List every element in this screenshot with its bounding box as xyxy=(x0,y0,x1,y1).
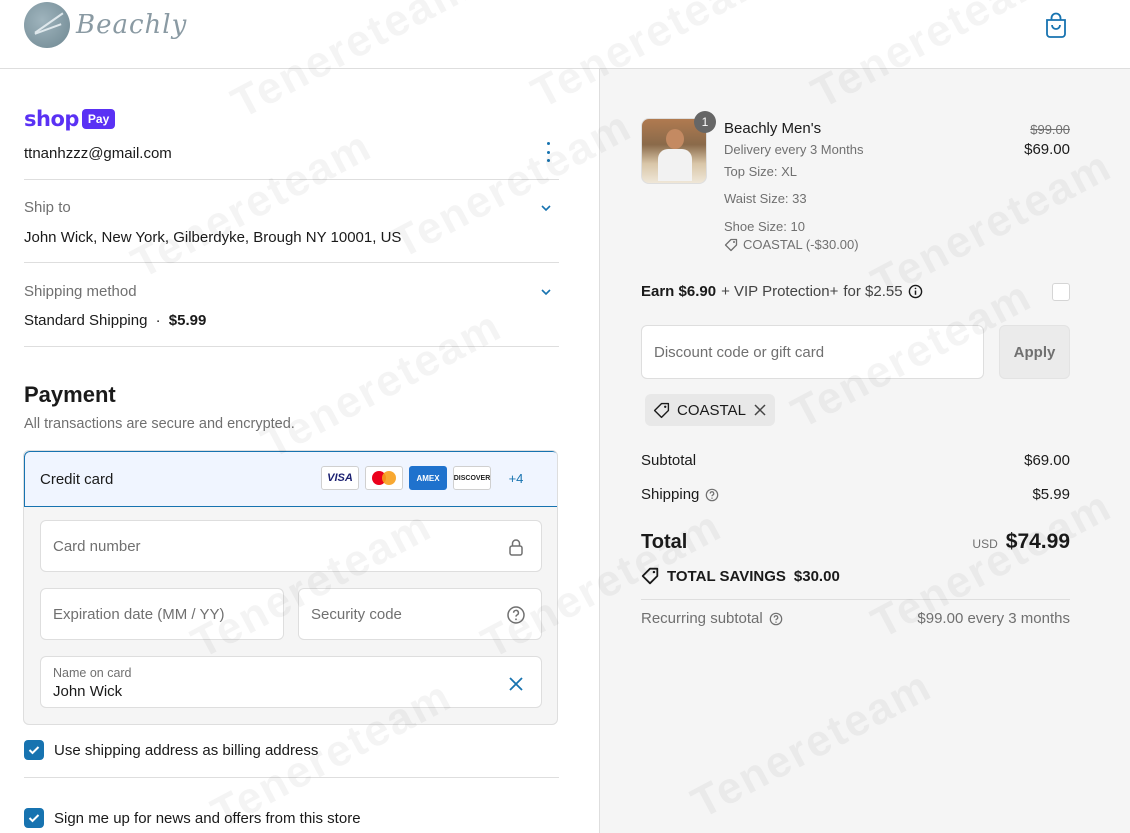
store-logo-text: Beachly xyxy=(76,10,188,40)
help-circle-icon[interactable] xyxy=(769,612,783,626)
ship-to-address: John Wick, New York, Gilberdyke, Brough … xyxy=(24,229,402,246)
tag-icon xyxy=(641,567,659,585)
expiration-placeholder: Expiration date (MM / YY) xyxy=(53,606,225,623)
expiration-date-field[interactable]: Expiration date (MM / YY) xyxy=(40,588,284,640)
clear-icon[interactable] xyxy=(506,674,526,694)
quantity-badge: 1 xyxy=(694,111,716,133)
ship-to-label: Ship to xyxy=(24,199,71,216)
store-logo[interactable]: Beachly xyxy=(24,2,187,48)
lock-icon xyxy=(509,539,523,556)
vip-price: for $2.55 xyxy=(843,283,903,300)
name-on-card-value: John Wick xyxy=(53,683,123,700)
divider xyxy=(24,777,559,778)
divider xyxy=(24,262,559,263)
payment-subtitle: All transactions are secure and encrypte… xyxy=(24,416,295,432)
product-price: $69.00 xyxy=(1024,141,1070,158)
newsletter-label: Sign me up for news and offers from this… xyxy=(54,809,361,827)
recurring-subtotal-value: $99.00 every 3 months xyxy=(917,610,1070,627)
shop-pay-logo: shop Pay xyxy=(24,107,116,131)
billing-same-checkbox-row[interactable]: Use shipping address as billing address xyxy=(24,740,318,760)
subtotal-label: Subtotal xyxy=(641,452,697,469)
product-discount-text: COASTAL (-$30.00) xyxy=(743,237,859,252)
name-on-card-label: Name on card xyxy=(53,666,132,680)
total-label: Total xyxy=(641,531,688,553)
payment-title: Payment xyxy=(24,382,116,407)
total-value: USD $74.99 xyxy=(972,530,1070,554)
tag-icon xyxy=(653,402,670,418)
divider xyxy=(24,346,559,347)
shipping-method-separator: · xyxy=(155,312,161,329)
discount-code-placeholder: Discount code or gift card xyxy=(654,344,825,361)
credit-card-option[interactable]: Credit card VISA AMEX DISCOVER +4 xyxy=(24,451,557,507)
product-waist-size: Waist Size: 33 xyxy=(724,191,807,206)
product-delivery: Delivery every 3 Months xyxy=(724,142,864,157)
divider xyxy=(24,179,559,180)
shipping-label: Shipping xyxy=(641,486,700,503)
shipping-method-chevron-down-icon[interactable] xyxy=(537,283,555,301)
shipping-value: $5.99 xyxy=(1032,486,1070,503)
help-circle-icon[interactable] xyxy=(506,605,526,625)
apply-button[interactable]: Apply xyxy=(999,325,1070,379)
product-original-price: $99.00 xyxy=(1030,122,1070,137)
info-icon[interactable] xyxy=(908,284,923,299)
card-brands: VISA AMEX DISCOVER +4 xyxy=(321,466,535,490)
total-savings-value: $30.00 xyxy=(793,567,840,585)
checkout-form: shop Pay ttnanhzzz@gmail.com Ship to Joh… xyxy=(0,69,599,833)
remove-discount-close-icon[interactable] xyxy=(753,403,767,417)
vip-protection-label: + VIP Protection+ xyxy=(721,283,839,300)
visa-icon: VISA xyxy=(321,466,359,490)
mastercard-icon xyxy=(365,466,403,490)
card-number-placeholder: Card number xyxy=(53,538,141,555)
discount-code-input[interactable]: Discount code or gift card xyxy=(641,325,984,379)
product-shoe-size: Shoe Size: 10 xyxy=(724,219,805,234)
checkmark-icon xyxy=(28,814,40,823)
site-header: Beachly xyxy=(0,0,1130,69)
shipping-method-value: Standard Shipping · $5.99 xyxy=(24,312,206,329)
credit-card-label: Credit card xyxy=(40,471,114,488)
total-savings: TOTAL SAVINGS $30.00 xyxy=(641,567,840,585)
account-email: ttnanhzzz@gmail.com xyxy=(24,145,172,162)
billing-same-label: Use shipping address as billing address xyxy=(54,741,319,759)
credit-card-panel: Credit card VISA AMEX DISCOVER +4 Card n… xyxy=(23,450,558,725)
more-cards-badge[interactable]: +4 xyxy=(497,466,535,490)
security-code-placeholder: Security code xyxy=(311,606,402,623)
help-circle-icon[interactable] xyxy=(705,488,719,502)
recurring-subtotal-label: Recurring subtotal xyxy=(641,610,763,627)
shipping-method-label: Shipping method xyxy=(24,283,137,300)
shopping-bag-icon[interactable] xyxy=(1044,12,1068,38)
shipping-row-label: Shipping xyxy=(641,486,719,503)
vip-earn: Earn $6.90 xyxy=(641,283,717,300)
shipping-method-price: $5.99 xyxy=(168,312,207,329)
billing-same-checkbox[interactable] xyxy=(24,740,44,760)
order-summary: 1 Beachly Men's Delivery every 3 Months … xyxy=(599,69,1130,833)
palm-leaf-logo-icon xyxy=(24,2,70,48)
applied-discount-chip: COASTAL xyxy=(645,394,775,426)
card-number-field[interactable]: Card number xyxy=(40,520,542,572)
shop-pay-brand: shop xyxy=(24,107,79,131)
shop-pay-badge: Pay xyxy=(81,109,116,129)
newsletter-checkbox[interactable] xyxy=(24,808,44,828)
total-savings-label: TOTAL SAVINGS xyxy=(667,567,786,585)
ship-to-chevron-down-icon[interactable] xyxy=(537,199,555,217)
subtotal-value: $69.00 xyxy=(1024,452,1070,469)
shipping-method-name: Standard Shipping xyxy=(24,312,148,329)
checkmark-icon xyxy=(28,746,40,755)
vip-protection-offer: Earn $6.90 + VIP Protection+ for $2.55 xyxy=(641,283,923,300)
total-currency: USD xyxy=(972,537,998,551)
newsletter-checkbox-row[interactable]: Sign me up for news and offers from this… xyxy=(24,808,361,828)
product-discount: COASTAL (-$30.00) xyxy=(724,237,859,252)
discover-icon: DISCOVER xyxy=(453,466,491,490)
amex-icon: AMEX xyxy=(409,466,447,490)
security-code-field[interactable]: Security code xyxy=(298,588,542,640)
applied-discount-code: COASTAL xyxy=(677,401,746,419)
tag-icon xyxy=(724,238,738,251)
more-options-icon[interactable] xyxy=(541,142,555,162)
name-on-card-field[interactable]: Name on card John Wick xyxy=(40,656,542,708)
recurring-subtotal-row-label: Recurring subtotal xyxy=(641,610,783,627)
product-name: Beachly Men's xyxy=(724,120,822,137)
divider xyxy=(641,599,1070,600)
total-amount: $74.99 xyxy=(1005,530,1070,553)
vip-protection-checkbox[interactable] xyxy=(1052,283,1070,301)
product-top-size: Top Size: XL xyxy=(724,164,797,179)
